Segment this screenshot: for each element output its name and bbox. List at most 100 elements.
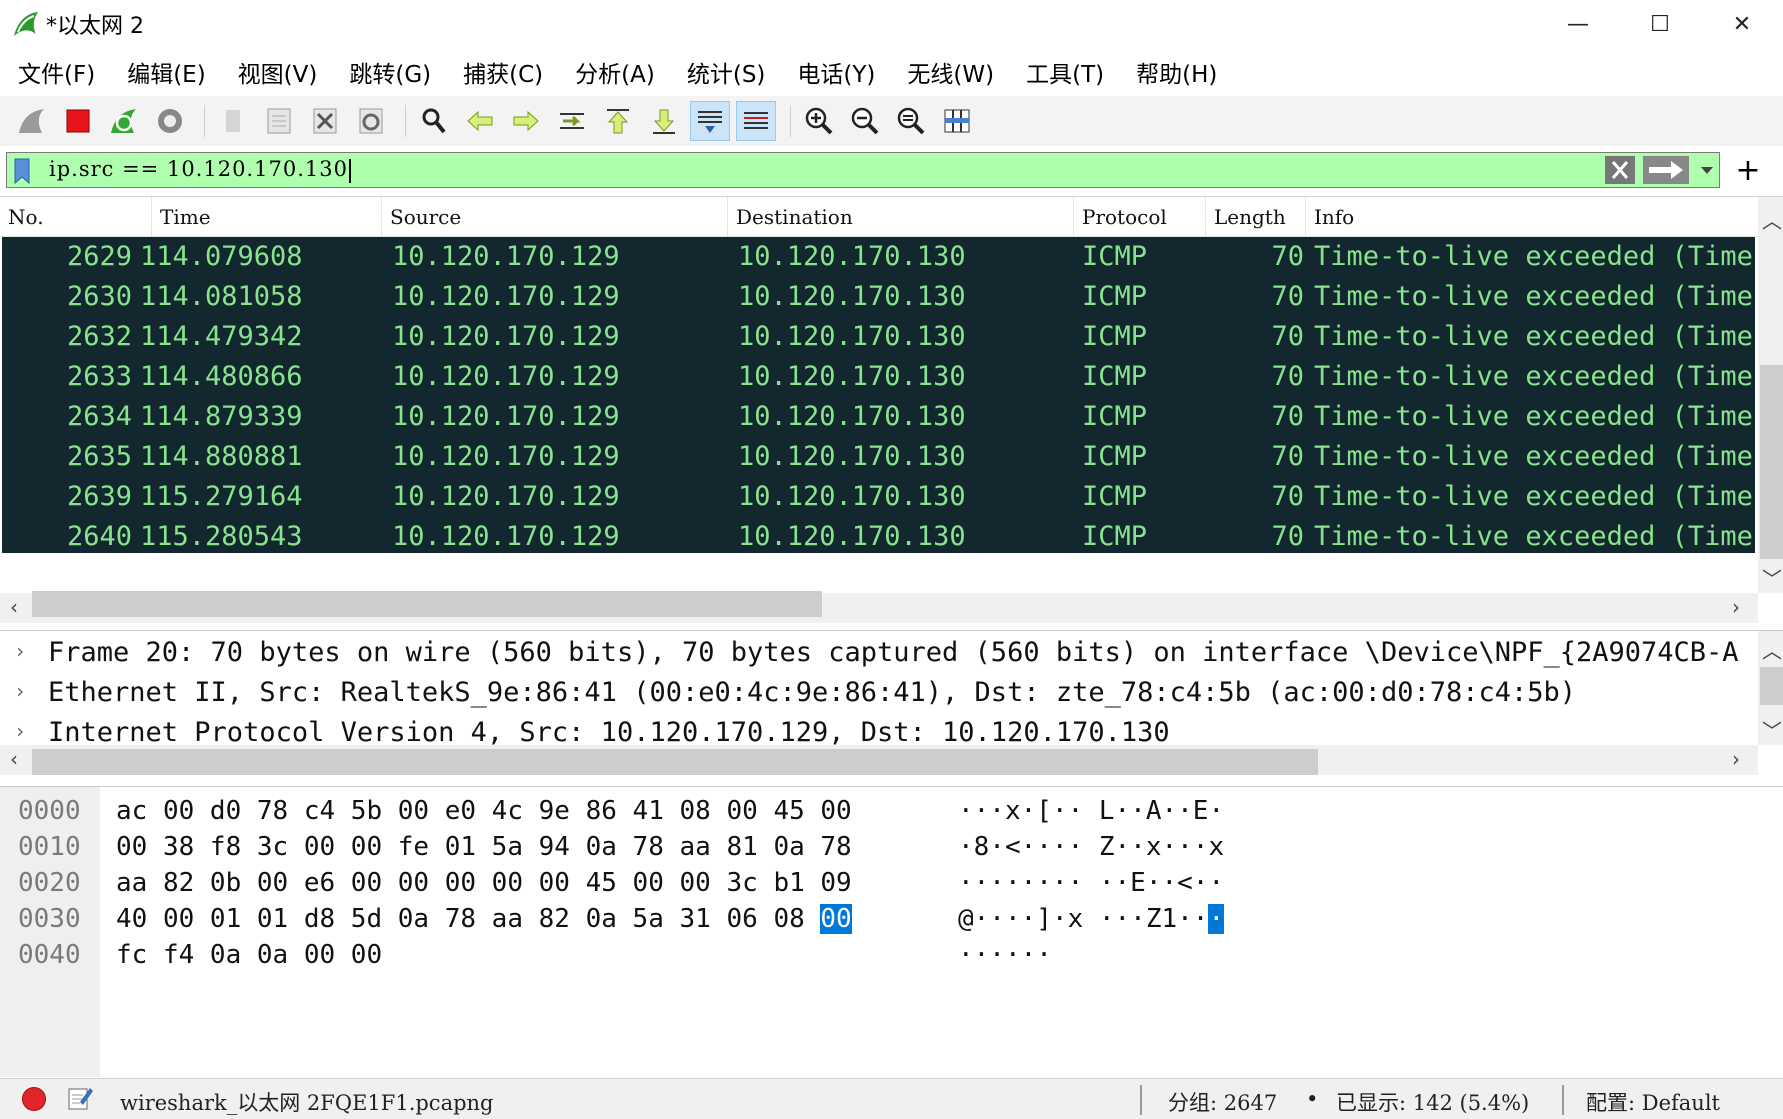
scroll-right-icon[interactable]: › xyxy=(1732,747,1740,771)
go-back-icon[interactable] xyxy=(460,101,500,141)
packet-row[interactable]: 2632 114.479342 10.120.170.129 10.120.170.1… xyxy=(2,317,1755,357)
apply-filter-icon[interactable] xyxy=(1643,156,1689,184)
zoom-in-icon[interactable] xyxy=(799,101,839,141)
cell-protocol: ICMP xyxy=(1082,281,1148,312)
zoom-normal-icon[interactable] xyxy=(891,101,931,141)
display-filter-input[interactable]: ip.src == 10.120.170.130 xyxy=(6,152,1720,188)
cell-time: 115.280543 xyxy=(140,521,303,552)
clear-filter-icon[interactable] xyxy=(1605,156,1635,184)
column-header-time[interactable]: Time xyxy=(152,197,382,237)
scroll-left-icon[interactable]: ‹ xyxy=(10,747,18,771)
menu-tools[interactable]: 工具(T) xyxy=(1014,55,1118,89)
expand-chevron-icon[interactable]: › xyxy=(14,679,26,703)
cell-time: 114.081058 xyxy=(140,281,303,312)
selected-ascii-char[interactable]: · xyxy=(1208,904,1225,934)
go-last-icon[interactable] xyxy=(644,101,684,141)
close-button[interactable]: ✕ xyxy=(1701,0,1783,48)
menu-analyze[interactable]: 分析(A) xyxy=(563,55,669,89)
restart-capture-icon[interactable] xyxy=(104,101,144,141)
scroll-up-icon[interactable]: ︿ xyxy=(1762,205,1782,234)
capture-comment-icon[interactable] xyxy=(66,1084,94,1112)
packet-row[interactable]: 2635 114.880881 10.120.170.129 10.120.170.1… xyxy=(2,437,1755,477)
cell-source: 10.120.170.129 xyxy=(392,441,620,472)
packet-row[interactable]: 2630 114.081058 10.120.170.129 10.120.170.1… xyxy=(2,277,1755,317)
detail-row-ethernet[interactable]: › Ethernet II, Src: RealtekS_9e:86:41 (0… xyxy=(0,673,1755,713)
scroll-up-icon[interactable]: ︿ xyxy=(1762,635,1782,664)
scroll-down-icon[interactable]: ﹀ xyxy=(1762,715,1782,744)
column-header-info[interactable]: Info xyxy=(1306,197,1760,237)
packet-row[interactable]: 2634 114.879339 10.120.170.129 10.120.170.1… xyxy=(2,397,1755,437)
menu-telephony[interactable]: 电话(Y) xyxy=(785,55,889,89)
cell-time: 114.079608 xyxy=(140,241,303,272)
packet-list: No. Time Source Destination Protocol Len… xyxy=(0,196,1783,626)
column-header-no[interactable]: No. xyxy=(0,197,152,237)
cell-source: 10.120.170.129 xyxy=(392,321,620,352)
packet-list-vertical-scroll-thumb[interactable] xyxy=(1760,365,1783,559)
start-capture-icon[interactable] xyxy=(12,101,52,141)
packet-details: › Frame 20: 70 bytes on wire (560 bits),… xyxy=(0,630,1783,776)
packet-row[interactable]: 2639 115.279164 10.120.170.129 10.120.170.1… xyxy=(2,477,1755,517)
menu-capture[interactable]: 捕获(C) xyxy=(451,55,557,89)
cell-source: 10.120.170.129 xyxy=(392,241,620,272)
status-dot: • xyxy=(1306,1087,1319,1111)
capture-file-name: wireshark_以太网 2FQE1F1.pcapng xyxy=(120,1091,494,1115)
go-forward-icon[interactable] xyxy=(506,101,546,141)
column-header-destination[interactable]: Destination xyxy=(728,197,1074,237)
detail-row-frame[interactable]: › Frame 20: 70 bytes on wire (560 bits),… xyxy=(0,633,1755,673)
toolbar-separator xyxy=(790,105,791,137)
bookmark-icon[interactable] xyxy=(11,157,33,185)
go-first-icon[interactable] xyxy=(598,101,638,141)
open-file-icon[interactable] xyxy=(213,101,253,141)
column-header-source[interactable]: Source xyxy=(382,197,728,237)
reload-file-icon[interactable] xyxy=(351,101,391,141)
title-bar: *以太网 2 — ☐ ✕ xyxy=(0,0,1783,48)
cell-protocol: ICMP xyxy=(1082,521,1148,552)
scroll-right-icon[interactable]: › xyxy=(1732,595,1740,619)
column-header-length[interactable]: Length xyxy=(1206,197,1306,237)
maximize-button[interactable]: ☐ xyxy=(1619,0,1701,48)
menu-statistics[interactable]: 统计(S) xyxy=(675,55,780,89)
details-horizontal-scroll-thumb[interactable] xyxy=(32,749,1318,775)
configuration-profile[interactable]: 配置: Default xyxy=(1586,1087,1720,1117)
packet-row[interactable]: 2633 114.480866 10.120.170.129 10.120.170.1… xyxy=(2,357,1755,397)
zoom-out-icon[interactable] xyxy=(845,101,885,141)
resize-columns-icon[interactable] xyxy=(937,101,977,141)
menu-file[interactable]: 文件(F) xyxy=(6,55,109,89)
details-vertical-scroll-thumb[interactable] xyxy=(1760,667,1783,705)
cell-source: 10.120.170.129 xyxy=(392,481,620,512)
save-file-icon[interactable] xyxy=(259,101,299,141)
cell-time: 114.880881 xyxy=(140,441,303,472)
menu-go[interactable]: 跳转(G) xyxy=(337,55,445,89)
cell-protocol: ICMP xyxy=(1082,241,1148,272)
scroll-down-icon[interactable]: ﹀ xyxy=(1762,563,1782,592)
capture-options-icon[interactable] xyxy=(150,101,190,141)
auto-scroll-icon[interactable] xyxy=(690,101,730,141)
find-packet-icon[interactable] xyxy=(414,101,454,141)
expand-chevron-icon[interactable]: › xyxy=(14,719,26,743)
expert-info-status-icon[interactable] xyxy=(22,1087,46,1111)
cell-no: 2632 xyxy=(66,321,132,352)
packet-row[interactable]: 2640 115.280543 10.120.170.129 10.120.170.1… xyxy=(2,517,1755,553)
packet-list-horizontal-scroll-thumb[interactable] xyxy=(32,591,822,617)
add-filter-button-icon[interactable]: + xyxy=(1730,152,1766,188)
packet-row[interactable]: 2629 114.079608 10.120.170.129 10.120.170.1… xyxy=(2,237,1755,277)
scroll-left-icon[interactable]: ‹ xyxy=(10,595,18,619)
expand-chevron-icon[interactable]: › xyxy=(14,639,26,663)
cell-no: 2633 xyxy=(66,361,132,392)
menu-wireless[interactable]: 无线(W) xyxy=(895,55,1008,89)
menu-help[interactable]: 帮助(H) xyxy=(1124,55,1231,89)
status-bar: wireshark_以太网 2FQE1F1.pcapng 分组: 2647 • … xyxy=(0,1078,1783,1119)
menu-edit[interactable]: 编辑(E) xyxy=(115,55,219,89)
filter-text: ip.src == 10.120.170.130 xyxy=(49,157,348,181)
column-header-protocol[interactable]: Protocol xyxy=(1074,197,1206,237)
close-file-icon[interactable] xyxy=(305,101,345,141)
go-to-packet-icon[interactable] xyxy=(552,101,592,141)
menu-view[interactable]: 视图(V) xyxy=(226,55,332,89)
packet-count: 分组: 2647 xyxy=(1168,1091,1278,1115)
colorize-icon[interactable] xyxy=(736,101,776,141)
filter-history-dropdown-icon[interactable] xyxy=(1697,156,1717,184)
minimize-button[interactable]: — xyxy=(1537,0,1619,48)
selected-byte[interactable]: 00 xyxy=(820,904,852,934)
stop-capture-icon[interactable] xyxy=(58,101,98,141)
cell-no: 2640 xyxy=(66,521,132,552)
